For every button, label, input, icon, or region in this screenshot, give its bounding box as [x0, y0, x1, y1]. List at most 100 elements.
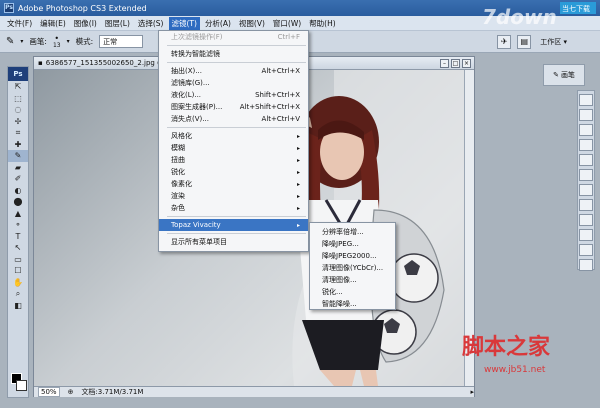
- tool-preset-arrow-icon[interactable]: ▾: [20, 38, 23, 45]
- histogram-panel-icon[interactable]: [579, 109, 593, 121]
- menu-item[interactable]: 图层(L): [102, 17, 133, 30]
- swatches-panel-icon[interactable]: [579, 154, 593, 166]
- topaz-submenu-item[interactable]: 分辨率倍增...: [310, 226, 395, 238]
- eraser-tool-icon[interactable]: ◐: [8, 185, 28, 197]
- filter-menu-item[interactable]: 模糊 ▸: [159, 142, 308, 154]
- menu-filter[interactable]: 滤镜(T): [168, 16, 200, 30]
- path-select-tool-icon[interactable]: ↖: [8, 242, 28, 254]
- marquee-tool-icon[interactable]: ⬚: [8, 93, 28, 105]
- filter-menu-item[interactable]: 上次滤镜操作(F) Ctrl+F: [159, 31, 308, 43]
- filter-menu-item[interactable]: 液化(L)... Shift+Ctrl+X: [159, 89, 308, 101]
- menu-item[interactable]: 窗口(W): [270, 17, 304, 30]
- minimize-icon[interactable]: –: [440, 58, 449, 68]
- document-status-bar: 50% ⊕ 文档:3.71M/3.71M ▸: [34, 386, 474, 397]
- menu-item[interactable]: 视图(V): [236, 17, 268, 30]
- filter-menu-item[interactable]: 风格化 ▸: [159, 130, 308, 142]
- filter-menu-item[interactable]: 图案生成器(P)... Alt+Shift+Ctrl+X: [159, 101, 308, 113]
- brush-label: 画笔:: [29, 37, 47, 46]
- channels-panel-icon[interactable]: [579, 229, 593, 241]
- mode-select[interactable]: 正常: [99, 35, 144, 48]
- photoshop-logo-icon: Ps: [8, 67, 28, 81]
- actions-panel-icon[interactable]: [579, 199, 593, 211]
- photoshop-app-icon: Ps: [4, 3, 14, 13]
- hand-tool-icon[interactable]: ✋: [8, 277, 28, 289]
- color-panel-icon[interactable]: [579, 139, 593, 151]
- gradient-tool-icon[interactable]: ⬤: [8, 196, 28, 208]
- topaz-submenu-item[interactable]: 清理图像...: [310, 274, 395, 286]
- maximize-icon[interactable]: □: [451, 58, 460, 68]
- sharpen-tool-icon[interactable]: ▲: [8, 208, 28, 220]
- quick-mask-tool-icon[interactable]: ◧: [8, 300, 28, 312]
- brush-picker-arrow-icon[interactable]: ▾: [67, 38, 70, 45]
- menu-item-shortcut: Shift+Ctrl+X: [255, 91, 300, 99]
- menu-item-label: 杂色: [171, 204, 185, 212]
- type-tool-icon[interactable]: T: [8, 231, 28, 243]
- palette-icon[interactable]: ▤: [517, 34, 532, 49]
- workspace-select[interactable]: 工作区 ▾: [537, 35, 570, 48]
- menu-item[interactable]: 图像(I): [71, 17, 100, 30]
- info-panel-icon[interactable]: [579, 124, 593, 136]
- history-brush-tool-icon[interactable]: ✐: [8, 173, 28, 185]
- menu-item-label: 液化(L)...: [171, 91, 202, 99]
- filter-menu-item[interactable]: 滤镜库(G)...: [159, 77, 308, 89]
- filter-menu-item[interactable]: 扭曲 ▸: [159, 154, 308, 166]
- filter-menu-item[interactable]: 抽出(X)... Alt+Ctrl+X: [159, 65, 308, 77]
- topaz-submenu-item[interactable]: 降噪JPEG...: [310, 238, 395, 250]
- close-icon[interactable]: ×: [462, 58, 471, 68]
- history-panel-icon[interactable]: [579, 184, 593, 196]
- topaz-submenu-item[interactable]: 降噪JPEG2000...: [310, 250, 395, 262]
- brushes-panel-icon: ✎: [553, 71, 559, 79]
- crop-tool-icon[interactable]: ⌗: [8, 127, 28, 139]
- navigator-panel-icon[interactable]: [579, 94, 593, 106]
- topaz-submenu-item[interactable]: 清理图像(YCbCr)...: [310, 262, 395, 274]
- stamp-tool-icon[interactable]: ▰: [8, 162, 28, 174]
- menu-item[interactable]: 编辑(E): [37, 17, 69, 30]
- topaz-vivacity-submenu: 分辨率倍增... 降噪JPEG... 降噪JPEG2000... 清理图像(YCbCr…: [309, 222, 396, 310]
- filter-menu-item[interactable]: 消失点(V)... Alt+Ctrl+V: [159, 113, 308, 125]
- filter-menu-item[interactable]: 像素化 ▸: [159, 178, 308, 190]
- brush-tool-icon[interactable]: ✎: [8, 150, 28, 162]
- status-menu-arrow-icon[interactable]: ▸: [470, 388, 474, 396]
- filter-menu-item[interactable]: 渲染 ▸: [159, 190, 308, 202]
- watermark-bottom-cn-text: 脚本之家: [462, 334, 551, 360]
- topaz-submenu-item[interactable]: 智能降噪...: [310, 298, 395, 310]
- color-swatches[interactable]: [11, 373, 27, 393]
- menu-item[interactable]: 分析(A): [202, 17, 234, 30]
- menu-item[interactable]: 帮助(H): [306, 17, 339, 30]
- zoom-field[interactable]: 50%: [38, 387, 60, 397]
- jb51-watermark: 脚本之家 www.jb51.net: [462, 334, 551, 375]
- magic-wand-tool-icon[interactable]: ✢: [8, 116, 28, 128]
- status-info-icon[interactable]: ⊕: [68, 388, 74, 396]
- zoom-tool-icon[interactable]: ⌕: [8, 288, 28, 300]
- filter-menu-item[interactable]: Topaz Vivacity ▸: [159, 219, 308, 231]
- dodge-tool-icon[interactable]: ⚬: [8, 219, 28, 231]
- shape-tool-icon[interactable]: ▭: [8, 254, 28, 266]
- tools-panel: Ps ⇱ ⬚ ◌ ✢ ⌗ ✚ ✎ ▰ ✐ ◐ ⬤ ▲ ⚬ T ↖ ▭ ☐ ✋ ⌕ ◧: [7, 66, 29, 398]
- brushes-panel-tab[interactable]: ✎ 画笔: [543, 64, 585, 86]
- tool-presets-panel-icon[interactable]: [579, 259, 593, 271]
- watermark-top-logo-text: 7down: [482, 5, 557, 29]
- filter-menu-item[interactable]: 锐化 ▸: [159, 166, 308, 178]
- filter-menu-item[interactable]: 转换为智能滤镜: [159, 48, 308, 60]
- topaz-submenu-item[interactable]: 锐化...: [310, 286, 395, 298]
- menu-separator: [167, 45, 306, 46]
- filter-menu-item[interactable]: 杂色 ▸: [159, 202, 308, 214]
- menu-item-label: 风格化: [171, 132, 192, 140]
- background-color[interactable]: [16, 380, 27, 391]
- menu-item-label: 消失点(V)...: [171, 115, 209, 123]
- brush-tool-icon[interactable]: ✎: [6, 36, 14, 47]
- brush-size-picker[interactable]: • 13: [52, 34, 61, 49]
- menu-item-label: 滤镜库(G)...: [171, 79, 210, 87]
- move-tool-icon[interactable]: ⇱: [8, 81, 28, 93]
- notes-tool-icon[interactable]: ☐: [8, 265, 28, 277]
- layers-panel-icon[interactable]: [579, 214, 593, 226]
- filter-menu-item[interactable]: 显示所有菜单项目: [159, 236, 308, 248]
- menu-item[interactable]: 选择(S): [135, 17, 167, 30]
- brush-size-value: 13: [52, 41, 61, 49]
- styles-panel-icon[interactable]: [579, 169, 593, 181]
- slice-tool-icon[interactable]: ✚: [8, 139, 28, 151]
- lasso-tool-icon[interactable]: ◌: [8, 104, 28, 116]
- airbrush-icon[interactable]: ✈: [497, 34, 512, 49]
- menu-item[interactable]: 文件(F): [4, 17, 35, 30]
- paths-panel-icon[interactable]: [579, 244, 593, 256]
